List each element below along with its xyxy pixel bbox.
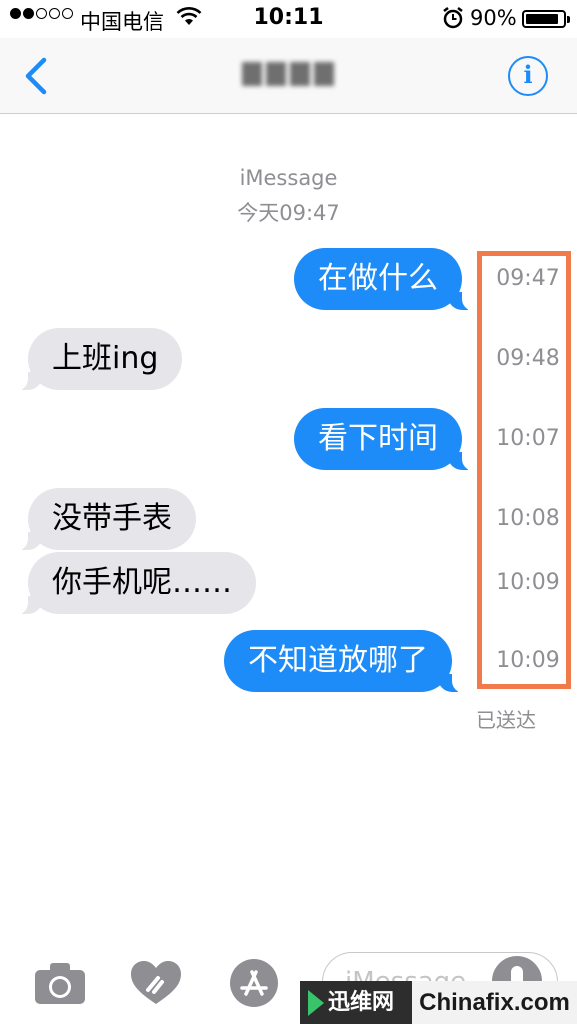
watermark: 迅维网 Chinafix.com [300, 981, 577, 1024]
navigation-bar: i [0, 38, 577, 114]
back-button[interactable] [18, 54, 58, 98]
message-bubble-sent[interactable]: 看下时间 [294, 408, 476, 471]
battery-percent: 90% [470, 6, 517, 30]
contact-name-blurred[interactable] [240, 58, 336, 90]
thread-date-label: 今天09:47 [237, 201, 340, 225]
digital-touch-icon[interactable] [128, 958, 184, 1008]
battery-icon [522, 10, 570, 28]
timestamp-highlight-box [477, 251, 571, 689]
message-bubble-received[interactable]: 你手机呢…… [14, 552, 256, 615]
watermark-left-text: 迅维网 [328, 990, 395, 1015]
status-bar: 中国电信 10:11 90% [0, 0, 577, 38]
delivery-status: 已送达 [476, 708, 536, 732]
message-bubble-received[interactable]: 上班ing [13, 328, 183, 391]
watermark-logo: 迅维网 [300, 981, 412, 1024]
camera-icon[interactable] [32, 958, 88, 1008]
watermark-right-text: Chinafix.com [412, 981, 577, 1024]
info-button[interactable]: i [508, 56, 548, 96]
app-store-icon[interactable] [226, 958, 282, 1008]
message-bubble-sent[interactable]: 在做什么 [294, 248, 476, 311]
alarm-icon [442, 6, 464, 35]
message-bubble-received[interactable]: 没带手表 [14, 488, 196, 551]
message-bubble-sent[interactable]: 不知道放哪了 [224, 630, 466, 693]
chevron-left-icon [25, 57, 47, 95]
thread-service-label: iMessage [239, 166, 338, 190]
arrow-icon [308, 989, 324, 1016]
